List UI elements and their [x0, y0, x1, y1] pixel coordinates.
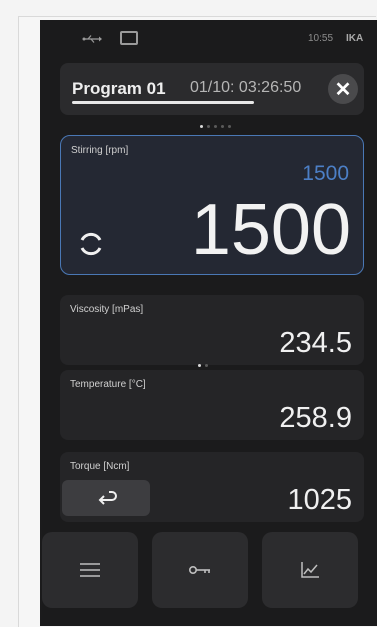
chart-button[interactable] [262, 532, 358, 608]
page-indicator [200, 125, 231, 128]
temperature-card[interactable]: Temperature [°C] 258.9 [60, 370, 364, 440]
stirring-label: Stirring [rpm] [71, 145, 129, 156]
page-dot [200, 125, 203, 128]
program-progress-bar [72, 101, 255, 104]
stirring-setpoint[interactable]: 1500 [302, 162, 349, 186]
viscosity-value: 234.5 [279, 327, 352, 359]
usb-icon [82, 35, 102, 43]
key-icon [188, 565, 210, 575]
lock-button[interactable] [152, 532, 248, 608]
section-dot [198, 364, 201, 367]
brand-logo: IKA [346, 33, 364, 44]
page-dot [228, 125, 231, 128]
stirring-card[interactable]: Stirring [rpm] 1500 1500 [60, 135, 364, 275]
program-time: 01/10: 03:26:50 [190, 79, 302, 96]
close-button[interactable]: ✕ [328, 74, 358, 104]
rotate-icon [80, 232, 102, 256]
menu-icon [80, 563, 100, 577]
program-card[interactable]: Program 01 01/10: 03:26:50 ✕ [60, 63, 364, 115]
return-button[interactable] [62, 480, 150, 516]
program-name: Program 01 [72, 79, 166, 98]
temperature-label: Temperature [°C] [70, 379, 146, 390]
chart-icon [301, 562, 319, 578]
section-indicator [198, 364, 208, 367]
viscosity-label: Viscosity [mPas] [70, 304, 144, 315]
temperature-value: 258.9 [279, 402, 352, 434]
clock: 10:55 [308, 33, 334, 44]
monitor-icon [120, 31, 138, 45]
device-screen: 10:55 IKA Program 01 01/10: 03:26:50 ✕ S… [40, 20, 377, 626]
page-dot [207, 125, 210, 128]
stirring-value: 1500 [190, 190, 351, 270]
page-dot [214, 125, 217, 128]
viscosity-card[interactable]: Viscosity [mPas] 234.5 [60, 295, 364, 365]
torque-card[interactable]: Torque [Ncm] 1025 [60, 452, 364, 522]
status-bar: 10:55 IKA [40, 20, 377, 58]
page-dot [221, 125, 224, 128]
section-dot [205, 364, 208, 367]
menu-button[interactable] [42, 532, 138, 608]
torque-label: Torque [Ncm] [70, 461, 130, 472]
return-icon [98, 491, 117, 505]
torque-value: 1025 [287, 484, 352, 516]
